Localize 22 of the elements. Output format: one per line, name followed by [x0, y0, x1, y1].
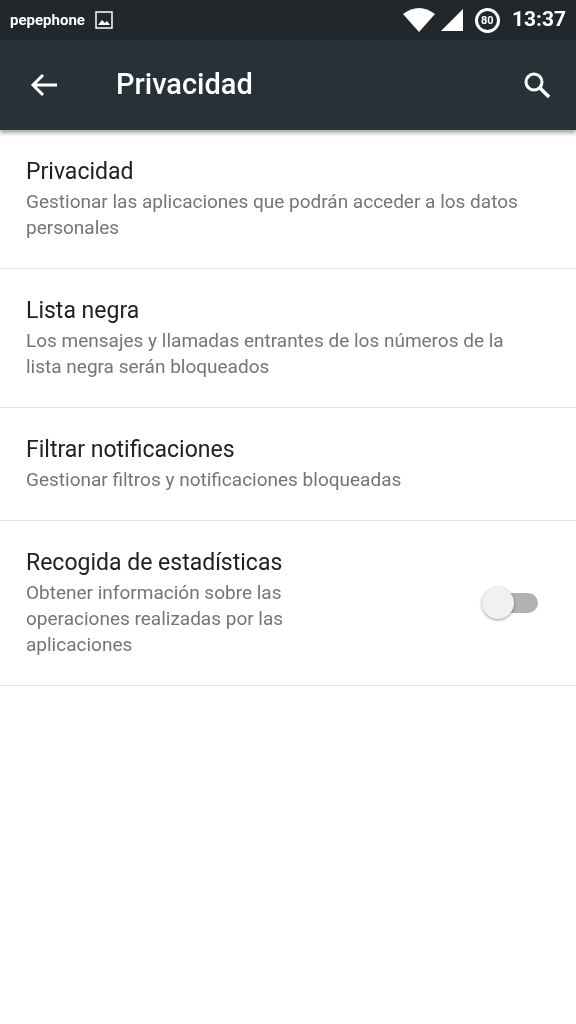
settings-item[interactable]: Privacidad Gestionar las aplicaciones que podrán acceder a los datos personales [0, 130, 576, 269]
item-title: Lista negra [26, 296, 141, 326]
signal-icon [440, 9, 463, 31]
settings-item[interactable]: Filtrar notificaciones Gestionar filtros y notificaciones bloqueadas [0, 408, 576, 521]
battery-indicator: 80 [474, 7, 500, 33]
item-summary: Obtener información sobre las operaciones realizadas por las aplicaciones [26, 580, 285, 658]
image-notification-icon [94, 11, 113, 29]
item-summary: Gestionar filtros y notificaciones bloqueadas [26, 467, 403, 493]
item-title: Filtrar notificaciones [26, 435, 236, 465]
item-title: Recogida de estadísticas [26, 548, 284, 578]
carrier-name: pepephone [10, 9, 85, 31]
settings-item[interactable]: Recogida de estadísticas Obtener información sobre las operaciones realizadas por las aplicaciones [0, 521, 576, 686]
toggle-switch[interactable] [482, 587, 538, 619]
toolbar-title: Privacidad [116, 66, 253, 104]
search-icon[interactable] [523, 71, 551, 99]
item-summary: Los mensajes y llamadas entrantes de los números de la lista negra serán bloqueados [26, 328, 505, 380]
wifi-icon [402, 8, 435, 32]
back-icon[interactable] [30, 73, 58, 97]
item-summary: Gestionar las aplicaciones que podrán acceder a los datos personales [26, 189, 519, 241]
item-title: Privacidad [26, 157, 135, 187]
clock: 13:37 [511, 6, 566, 34]
settings-item[interactable]: Lista negra Los mensajes y llamadas entrantes de los números de la lista negra serán bloqueados [0, 269, 576, 408]
